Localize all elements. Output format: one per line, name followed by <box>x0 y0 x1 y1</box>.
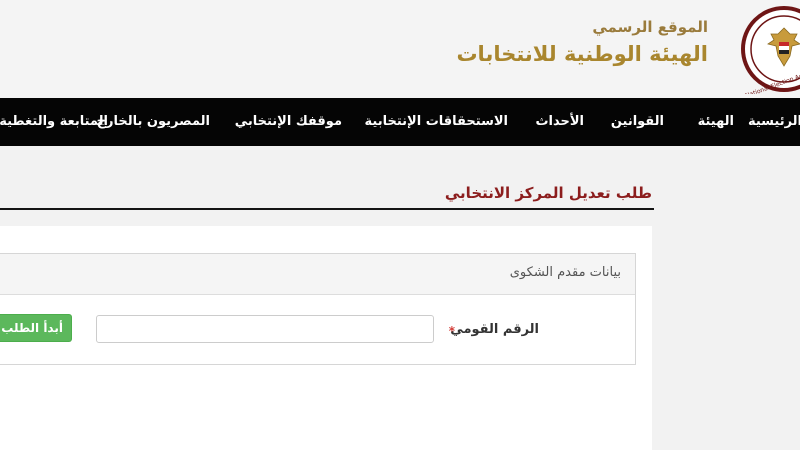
panel-header: بيانات مقدم الشكوى <box>0 254 635 295</box>
nav-item-elections[interactable]: الاستحقاقات الإنتخابية <box>365 98 508 146</box>
national-id-input[interactable] <box>96 315 434 343</box>
egypt-eagle-emblem-icon: National Election Authority <box>741 6 800 94</box>
complainant-panel: بيانات مقدم الشكوى الرقم القومي * أبدأ ا… <box>0 253 636 365</box>
logo[interactable]: National Election Authority <box>734 4 800 94</box>
site-header: National Election Authority الموقع الرسم… <box>0 0 800 98</box>
nav-item-voter-status[interactable]: موقفك الإنتخابي <box>235 98 342 146</box>
nav-item-egyptians-abroad[interactable]: المصريون بالخارج <box>97 98 210 146</box>
required-marker: * <box>448 324 455 338</box>
start-request-button[interactable]: أبدأ الطلب <box>0 314 72 342</box>
panel-title: بيانات مقدم الشكوى <box>509 265 621 280</box>
nav-item-monitoring[interactable]: المتابعة والتغطية <box>0 98 108 146</box>
nav-item-home[interactable]: الرئيسية <box>748 98 800 146</box>
site-title[interactable]: الهيئة الوطنية للانتخابات <box>456 42 708 66</box>
site-subtitle: الموقع الرسمي <box>592 18 708 36</box>
page-title: طلب تعديل المركز الانتخابي <box>444 184 652 202</box>
nav-item-laws[interactable]: القوانين <box>611 98 664 146</box>
title-divider <box>0 208 654 210</box>
main-nav: الرئيسية الهيئة القوانين الأحداث الاستحق… <box>0 98 800 146</box>
nav-item-events[interactable]: الأحداث <box>535 98 584 146</box>
nav-item-authority[interactable]: الهيئة <box>698 98 734 146</box>
national-id-label: الرقم القومي <box>450 322 539 337</box>
